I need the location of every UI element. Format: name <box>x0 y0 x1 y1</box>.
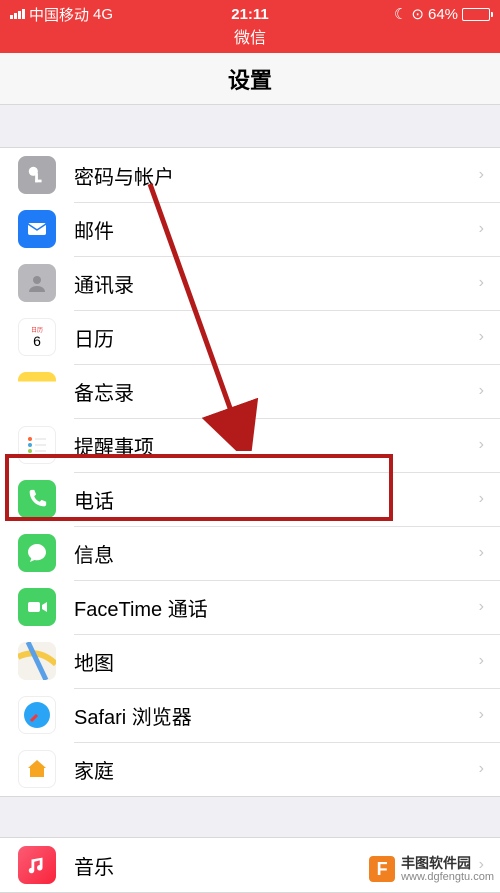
home-icon <box>18 750 56 788</box>
phone-icon <box>18 480 56 518</box>
mail-icon <box>18 210 56 248</box>
chevron-right-icon: › <box>479 544 484 562</box>
notes-icon <box>18 372 56 410</box>
row-label: 邮件 <box>74 215 479 244</box>
wechat-return-bar[interactable]: 微信 <box>0 28 500 53</box>
row-phone[interactable]: 电话 › <box>0 472 500 526</box>
chevron-right-icon: › <box>479 760 484 778</box>
chevron-right-icon: › <box>479 220 484 238</box>
settings-group-1: 密码与帐户 › 邮件 › 通讯录 › 日历6 日历 › 备忘录 › 提醒事项 ›… <box>0 147 500 797</box>
chevron-right-icon: › <box>479 166 484 184</box>
status-bar: 中国移动 4G 21:11 ☾ ⊙ 64% <box>0 0 500 28</box>
watermark-name: 丰图软件园 <box>401 856 494 871</box>
row-label: FaceTime 通话 <box>74 593 479 622</box>
row-label: Safari 浏览器 <box>74 701 479 730</box>
row-label: 密码与帐户 <box>74 161 479 190</box>
row-home[interactable]: 家庭 › <box>0 742 500 796</box>
carrier-label: 中国移动 <box>29 4 89 25</box>
chevron-right-icon: › <box>479 436 484 454</box>
watermark-url: www.dgfengtu.com <box>401 871 494 883</box>
svg-text:6: 6 <box>33 333 41 349</box>
section-gap <box>0 797 500 837</box>
row-passwords[interactable]: 密码与帐户 › <box>0 148 500 202</box>
maps-icon <box>18 642 56 680</box>
calendar-icon: 日历6 <box>18 318 56 356</box>
signal-icon <box>10 9 25 19</box>
row-reminders[interactable]: 提醒事项 › <box>0 418 500 472</box>
moon-icon: ☾ <box>394 5 407 23</box>
page-title: 设置 <box>228 63 272 95</box>
reminders-icon <box>18 426 56 464</box>
network-label: 4G <box>93 6 113 23</box>
row-label: 家庭 <box>74 755 479 784</box>
status-left: 中国移动 4G <box>10 4 231 25</box>
row-label: 备忘录 <box>74 377 479 406</box>
contacts-icon <box>18 264 56 302</box>
row-label: 提醒事项 <box>74 431 479 460</box>
row-facetime[interactable]: FaceTime 通话 › <box>0 580 500 634</box>
facetime-icon <box>18 588 56 626</box>
watermark: F 丰图软件园 www.dgfengtu.com <box>369 856 494 883</box>
chevron-right-icon: › <box>479 706 484 724</box>
nav-bar: 设置 <box>0 53 500 105</box>
row-safari[interactable]: Safari 浏览器 › <box>0 688 500 742</box>
chevron-right-icon: › <box>479 274 484 292</box>
key-icon <box>18 156 56 194</box>
clock: 21:11 <box>231 6 269 23</box>
row-notes[interactable]: 备忘录 › <box>0 364 500 418</box>
chevron-right-icon: › <box>479 328 484 346</box>
row-maps[interactable]: 地图 › <box>0 634 500 688</box>
chevron-right-icon: › <box>479 652 484 670</box>
battery-percent: 64% <box>428 6 458 23</box>
safari-icon <box>18 696 56 734</box>
alarm-icon: ⊙ <box>411 5 424 23</box>
chevron-right-icon: › <box>479 490 484 508</box>
row-label: 电话 <box>74 485 479 514</box>
row-calendar[interactable]: 日历6 日历 › <box>0 310 500 364</box>
chevron-right-icon: › <box>479 598 484 616</box>
battery-icon <box>462 8 490 21</box>
watermark-logo: F <box>369 856 395 882</box>
music-icon <box>18 846 56 884</box>
row-messages[interactable]: 信息 › <box>0 526 500 580</box>
row-label: 地图 <box>74 647 479 676</box>
row-label: 信息 <box>74 539 479 568</box>
row-label: 日历 <box>74 323 479 352</box>
section-gap <box>0 105 500 147</box>
messages-icon <box>18 534 56 572</box>
row-contacts[interactable]: 通讯录 › <box>0 256 500 310</box>
row-label: 通讯录 <box>74 269 479 298</box>
chevron-right-icon: › <box>479 382 484 400</box>
row-mail[interactable]: 邮件 › <box>0 202 500 256</box>
status-right: ☾ ⊙ 64% <box>269 5 490 23</box>
